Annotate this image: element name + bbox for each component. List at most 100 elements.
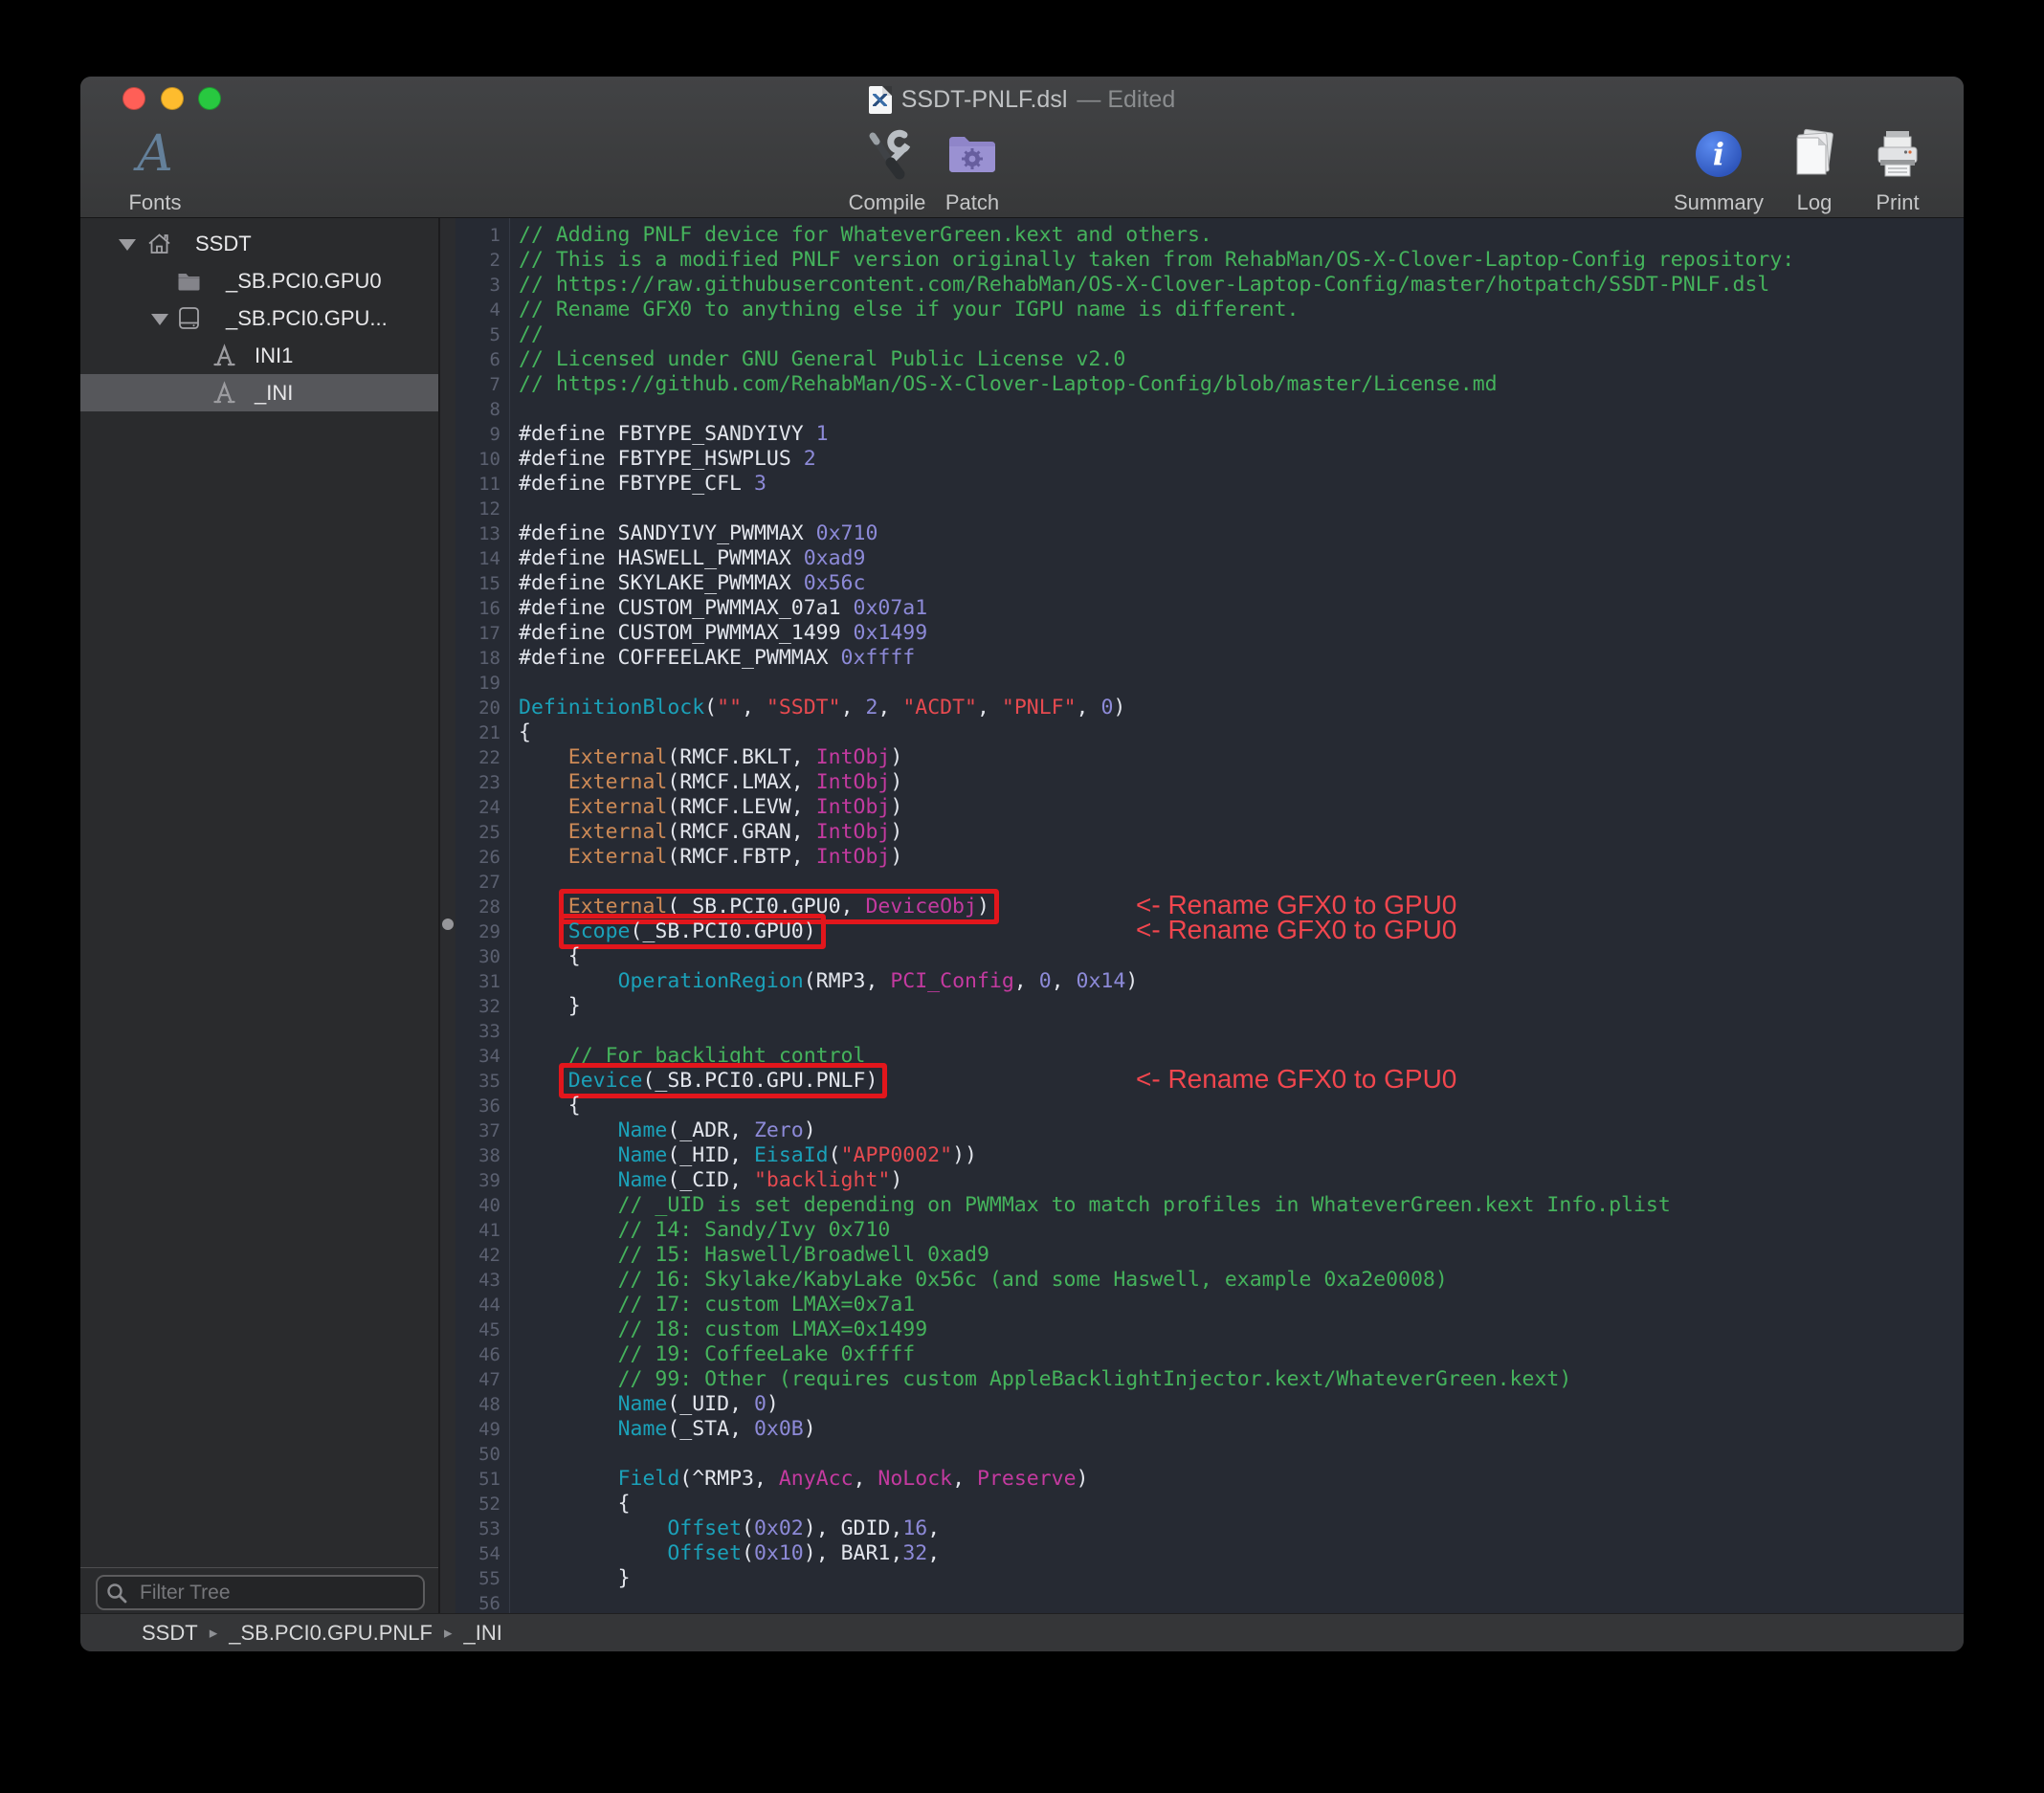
code-editor[interactable]: 1// Adding PNLF device for WhateverGreen… [455, 218, 1964, 1613]
line-number: 41 [478, 1220, 500, 1241]
log-pages-icon [1790, 126, 1838, 182]
line-number: 23 [478, 772, 500, 793]
line-number: 37 [478, 1120, 500, 1141]
info-icon: i [1696, 131, 1742, 177]
code-line: 15 #define SKYLAKE_PWMMAX 0x56c [455, 571, 1964, 596]
code-line: 39 Name(_CID, "backlight") [455, 1168, 1964, 1193]
code-line: 31 OperationRegion(RMP3, PCI_Config, 0, … [455, 969, 1964, 994]
gutter-marker-dot [442, 919, 454, 930]
line-number: 26 [478, 847, 500, 868]
code-line: 8 [455, 397, 1964, 422]
tree-item-label: SSDT [195, 232, 252, 255]
line-number: 13 [478, 523, 500, 544]
line-number: 52 [478, 1494, 500, 1515]
tree-item-ini1[interactable]: INI1 [80, 337, 438, 374]
print-label: Print [1876, 190, 1920, 214]
folder-icon [176, 268, 202, 294]
line-number: 8 [489, 399, 500, 420]
line-number: 47 [478, 1369, 500, 1390]
tree-item-ssdt[interactable]: SSDT [80, 225, 438, 262]
editor-gutter [440, 218, 455, 1613]
code-line: 37 Name(_ADR, Zero) [455, 1118, 1964, 1143]
line-number: 17 [478, 623, 500, 644]
line-number: 14 [478, 548, 500, 569]
line-number: 50 [478, 1444, 500, 1465]
line-number: 49 [478, 1419, 500, 1440]
code-line: 36 { [455, 1094, 1964, 1118]
breadcrumb-item[interactable]: _SB.PCI0.GPU.PNLF [229, 1621, 433, 1646]
line-number: 27 [478, 872, 500, 893]
line-number: 39 [478, 1170, 500, 1191]
code-line: 2// This is a modified PNLF version orig… [455, 248, 1964, 273]
printer-icon [1872, 126, 1923, 182]
red-highlight-box: External(_SB.PCI0.GPU0, DeviceObj) [564, 894, 994, 919]
disclosure-triangle-icon[interactable] [119, 239, 136, 251]
summary-label: Summary [1673, 190, 1765, 214]
code-line: 20 DefinitionBlock("", "SSDT", 2, "ACDT",… [455, 696, 1964, 720]
code-line: 42 // 15: Haswell/Broadwell 0xad9 [455, 1243, 1964, 1268]
tree-item-label: INI1 [255, 343, 294, 367]
breadcrumb: SSDT ▸ _SB.PCI0.GPU.PNLF ▸ _INI [142, 1614, 502, 1651]
fonts-label: Fonts [128, 190, 182, 214]
line-number: 46 [478, 1344, 500, 1365]
code-line: 17 #define CUSTOM_PWMMAX_1499 0x1499 [455, 621, 1964, 646]
code-line: 12 [455, 497, 1964, 521]
code-line: 14 #define HASWELL_PWMMAX 0xad9 [455, 546, 1964, 571]
patch-folder-gear-icon [946, 126, 998, 182]
line-number: 6 [489, 349, 500, 370]
code-line: 41 // 14: Sandy/Ivy 0x710 [455, 1218, 1964, 1243]
line-number: 16 [478, 598, 500, 619]
line-number: 36 [478, 1096, 500, 1117]
zoom-button[interactable] [198, 87, 221, 110]
line-number: 53 [478, 1518, 500, 1539]
close-button[interactable] [122, 87, 145, 110]
tree-item-_sbpci0gpu[interactable]: _SB.PCI0.GPU... [80, 299, 438, 337]
code-line: 22 External(RMCF.BKLT, IntObj) [455, 745, 1964, 770]
red-highlight-box: Device(_SB.PCI0.GPU.PNLF) [564, 1068, 883, 1094]
summary-button[interactable]: i Summary [1666, 126, 1771, 214]
code-line: 45 // 18: custom LMAX=0x1499 [455, 1317, 1964, 1342]
line-number: 55 [478, 1568, 500, 1589]
code-line: 10 #define FBTYPE_HSWPLUS 2 [455, 447, 1964, 472]
window-chrome: SSDT-PNLF.dsl — Edited A Fonts Compile P… [80, 77, 1964, 218]
line-number: 9 [489, 424, 500, 445]
line-number: 22 [478, 747, 500, 768]
log-label: Log [1796, 190, 1833, 214]
rename-annotation: <- Rename GFX0 to GPU0 [1136, 915, 1457, 944]
code-line: 48 Name(_UID, 0) [455, 1392, 1964, 1417]
sidebar-tree: SSDT _SB.PCI0.GPU0 _SB.PCI0.GPU... INI1 _INI [80, 218, 438, 411]
code-line: 51 Field(^RMP3, AnyAcc, NoLock, Preserve… [455, 1467, 1964, 1492]
tree-item-label: _SB.PCI0.GPU0 [226, 269, 382, 293]
code-line: 46 // 19: CoffeeLake 0xffff [455, 1342, 1964, 1367]
code-line: 47 // 99: Other (requires custom AppleBa… [455, 1367, 1964, 1392]
line-number: 10 [478, 449, 500, 470]
minimize-button[interactable] [161, 87, 184, 110]
code-line: 16 #define CUSTOM_PWMMAX_07a1 0x07a1 [455, 596, 1964, 621]
patch-button[interactable]: Patch [920, 126, 1025, 214]
compile-tools-icon [861, 126, 913, 182]
code-line: 54 Offset(0x10), BAR1,32, [455, 1541, 1964, 1566]
breadcrumb-item[interactable]: _INI [464, 1621, 502, 1646]
code-line: 52 { [455, 1492, 1964, 1516]
print-button[interactable]: Print [1845, 126, 1950, 214]
tree-item-_ini[interactable]: _INI [80, 374, 438, 411]
window-title: SSDT-PNLF.dsl [900, 86, 1068, 113]
method-icon [211, 380, 237, 406]
line-number: 1 [489, 225, 500, 246]
line-number: 48 [478, 1394, 500, 1415]
toolbar: A Fonts Compile Patch i Summary Log Prin… [80, 121, 1964, 218]
document-icon [868, 86, 892, 114]
code-line: 40 // _UID is set depending on PWMMax to… [455, 1193, 1964, 1218]
code-line: 5// [455, 322, 1964, 347]
disclosure-triangle-icon[interactable] [151, 314, 168, 325]
breadcrumb-item[interactable]: SSDT [142, 1621, 198, 1646]
line-number: 24 [478, 797, 500, 818]
tree-item-_sbpci0gpu0[interactable]: _SB.PCI0.GPU0 [80, 262, 438, 299]
code-line: 44 // 17: custom LMAX=0x7a1 [455, 1293, 1964, 1317]
code-line: 38 Name(_HID, EisaId("APP0002")) [455, 1143, 1964, 1168]
code-line: 33 [455, 1019, 1964, 1044]
filter-tree-input[interactable] [96, 1575, 425, 1610]
line-number: 42 [478, 1245, 500, 1266]
fonts-button[interactable]: A Fonts [102, 126, 208, 214]
compile-label: Compile [848, 190, 926, 214]
